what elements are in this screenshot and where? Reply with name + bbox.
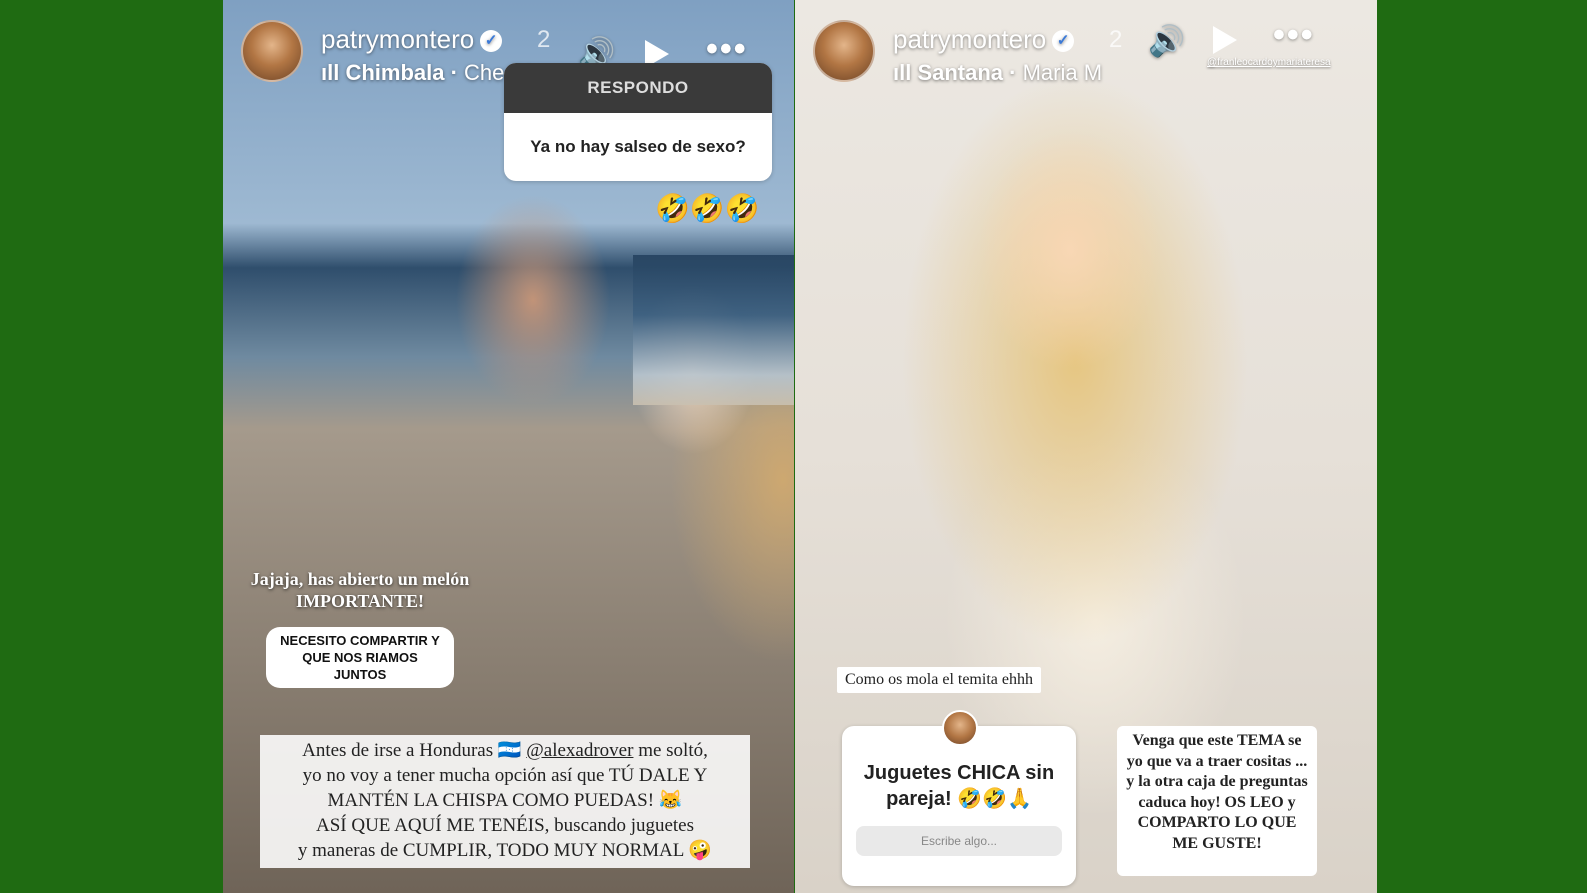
username-text[interactable]: patrymontero xyxy=(321,24,474,54)
username-text[interactable]: patrymontero xyxy=(893,24,1046,54)
post-time: 2 xyxy=(537,26,551,53)
sea-background xyxy=(633,255,794,405)
question-text: Ya no hay salseo de sexo? xyxy=(530,137,746,156)
topic-label: Como os mola el temita ehhh xyxy=(837,667,1041,693)
avatar xyxy=(942,710,978,746)
laughing-emojis: 🤣🤣🤣 xyxy=(655,193,760,224)
question-box-text: Juguetes CHICA sin pareja! 🤣🤣🙏 xyxy=(863,762,1055,810)
story-header: patrymontero ✓ 2 ıll Santana · Maria M xyxy=(813,12,1353,85)
story-left[interactable]: patrymontero ✓ 2 ıll Chimbala · Che Ch 🔊 … xyxy=(223,0,794,893)
reply-input[interactable]: Escribe algo... xyxy=(856,826,1062,856)
avatar[interactable] xyxy=(241,20,303,82)
caption-text: Jajaja, has abierto un melón IMPORTANTE! xyxy=(250,569,470,611)
verified-icon: ✓ xyxy=(480,30,503,52)
text-line-1-suffix: me soltó, xyxy=(633,740,708,761)
play-icon[interactable] xyxy=(1213,26,1237,54)
artist-name: Maria M xyxy=(1022,60,1103,85)
volume-icon[interactable]: 🔊 xyxy=(1148,24,1185,59)
question-box[interactable]: Juguetes CHICA sin pareja! 🤣🤣🙏 Escribe a… xyxy=(842,710,1076,886)
credit-tag[interactable]: @franleocardoymariateresa xyxy=(1207,57,1331,68)
username[interactable]: patrymontero ✓ xyxy=(321,24,503,55)
mention-link[interactable]: @alexadrover xyxy=(526,740,633,761)
music-info[interactable]: ıll Santana · Maria M xyxy=(893,60,1102,86)
text-line-4: ASÍ QUE AQUÍ ME TENÉIS, buscando juguete… xyxy=(315,815,695,836)
music-bars-icon: ıll xyxy=(893,60,918,85)
text-line-2: yo no voy a tener mucha opción así que T… xyxy=(302,765,708,786)
post-time: 2 xyxy=(1109,26,1123,53)
caption-box: Venga que este TEMA se yo que va a traer… xyxy=(1117,726,1317,876)
text-line-5: y maneras de CUMPLIR, TODO MUY NORMAL 🤪 xyxy=(297,840,713,861)
question-card: RESPONDO Ya no hay salseo de sexo? xyxy=(504,63,772,181)
story-text-block: Antes de irse a Honduras 🇭🇳 @alexadrover… xyxy=(260,735,750,868)
song-name: Chimbala xyxy=(345,60,445,85)
music-bars-icon: ıll xyxy=(321,60,346,85)
sticker-pill: NECESITO COMPARTIR Y QUE NOS RIAMOS JUNT… xyxy=(266,627,454,688)
avatar[interactable] xyxy=(813,20,875,82)
text-line-1-prefix: Antes de irse a Honduras 🇭🇳 xyxy=(302,740,522,761)
username[interactable]: patrymontero ✓ xyxy=(893,24,1075,55)
text-line-1: Antes de irse a Honduras 🇭🇳 @alexadrover… xyxy=(260,738,750,763)
story-right[interactable]: patrymontero ✓ 2 ıll Santana · Maria M 🔊 … xyxy=(795,0,1377,893)
question-header: RESPONDO xyxy=(504,63,772,113)
song-name: Santana xyxy=(917,60,1004,85)
more-icon[interactable]: ••• xyxy=(1273,16,1315,55)
text-line-3: MANTÉN LA CHISPA COMO PUEDAS! 😹 xyxy=(327,790,683,811)
verified-icon: ✓ xyxy=(1052,30,1075,52)
